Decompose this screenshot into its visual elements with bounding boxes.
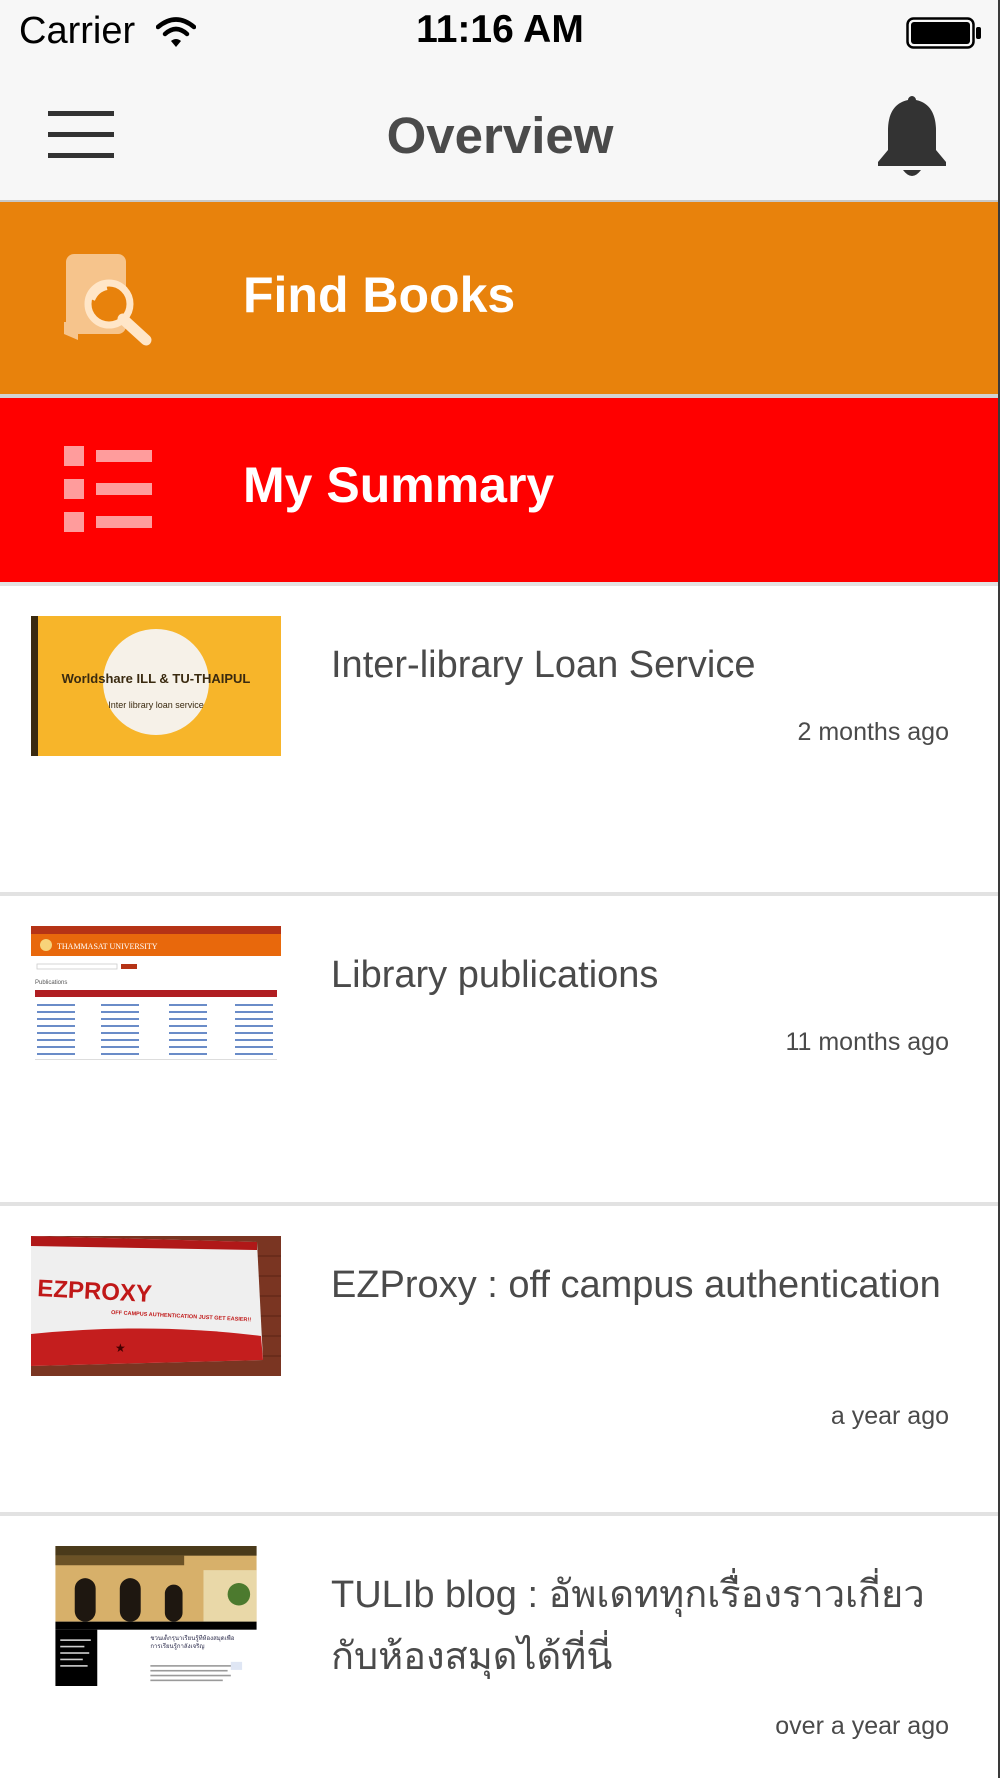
- item-title: EZProxy : off campus authentication: [331, 1264, 941, 1306]
- thumbnail-subheading: Inter library loan service: [108, 700, 204, 710]
- status-time: 11:16 AM: [416, 8, 584, 51]
- item-title: Library publications: [331, 954, 659, 996]
- nav-bar: Overview: [0, 66, 1000, 202]
- thumbnail-heading: ชวนเด็กรุนาเรียนรู้ที่ห้องสมุดเพื่อการเร…: [150, 1634, 235, 1650]
- list-icon: [64, 446, 152, 532]
- battery-icon: [906, 17, 981, 49]
- list-item[interactable]: THAMMASAT UNIVERSITY Publications Librar…: [0, 896, 1000, 1202]
- item-title: TULIb blog : อัพเดททุกเรื่องราวเกี่ยวกับ…: [331, 1574, 925, 1678]
- list-item[interactable]: EZPROXY OFF CAMPUS AUTHENTICATION JUST G…: [0, 1206, 1000, 1512]
- page-title: Overview: [386, 107, 614, 164]
- bell-icon[interactable]: [874, 92, 950, 180]
- item-thumbnail: Worldshare ILL & TU-THAIPUL Inter librar…: [31, 616, 281, 756]
- find-books-button[interactable]: Find Books: [0, 202, 1000, 394]
- status-bar: Carrier 11:16 AM: [0, 0, 1000, 66]
- thumbnail-subheading: Publications: [35, 980, 67, 986]
- app-screen: Carrier 11:16 AM Overview Find Books My …: [0, 0, 1000, 1778]
- item-timestamp: 11 months ago: [785, 1028, 949, 1056]
- my-summary-button[interactable]: My Summary: [0, 398, 1000, 582]
- svg-text:★: ★: [115, 1341, 126, 1355]
- list-item[interactable]: ชวนเด็กรุนาเรียนรู้ที่ห้องสมุดเพื่อการเร…: [0, 1516, 1000, 1778]
- item-thumbnail: EZPROXY OFF CAMPUS AUTHENTICATION JUST G…: [31, 1236, 281, 1376]
- item-timestamp: a year ago: [830, 1402, 949, 1430]
- item-title: Inter-library Loan Service: [331, 644, 756, 686]
- item-thumbnail: THAMMASAT UNIVERSITY Publications: [31, 926, 281, 1066]
- thumbnail-heading: THAMMASAT UNIVERSITY: [57, 942, 158, 951]
- item-thumbnail: ชวนเด็กรุนาเรียนรู้ที่ห้องสมุดเพื่อการเร…: [55, 1546, 257, 1686]
- book-search-icon: [64, 254, 152, 346]
- item-timestamp: 2 months ago: [797, 718, 950, 746]
- item-timestamp: over a year ago: [775, 1712, 949, 1740]
- find-books-label: Find Books: [243, 267, 516, 323]
- thumbnail-heading: Worldshare ILL & TU-THAIPUL: [62, 671, 251, 686]
- list-item[interactable]: Worldshare ILL & TU-THAIPUL Inter librar…: [0, 586, 1000, 892]
- my-summary-label: My Summary: [243, 457, 555, 513]
